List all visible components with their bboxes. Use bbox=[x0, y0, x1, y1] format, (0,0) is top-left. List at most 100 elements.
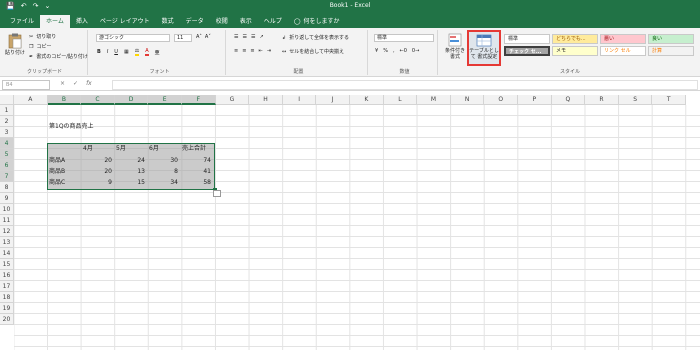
header-cell-jun[interactable]: 6月 bbox=[147, 143, 180, 154]
column-header-h[interactable]: H bbox=[249, 95, 283, 105]
wrap-text-button[interactable]: ↲ 折り返して全体を表示する bbox=[282, 34, 349, 42]
tab-formulas[interactable]: 数式 bbox=[156, 15, 180, 28]
column-header-j[interactable]: J bbox=[316, 95, 350, 105]
row-header-19[interactable]: 19 bbox=[0, 303, 14, 314]
number-format-select[interactable]: 標準 bbox=[374, 34, 434, 42]
column-header-n[interactable]: N bbox=[450, 95, 485, 105]
indent-decrease-icon[interactable]: ⇤ bbox=[259, 48, 263, 54]
format-as-table-button[interactable]: テーブルとして 書式設定 bbox=[467, 30, 501, 66]
column-header-f[interactable]: F bbox=[182, 95, 216, 105]
font-color-button[interactable]: A bbox=[145, 48, 149, 56]
row-header-18[interactable]: 18 bbox=[0, 292, 14, 303]
align-middle-icon[interactable]: ☰ bbox=[242, 34, 246, 40]
column-header-c[interactable]: C bbox=[81, 95, 115, 105]
align-right-icon[interactable]: ≡ bbox=[250, 48, 254, 54]
cell-a-apr[interactable]: 20 bbox=[81, 155, 114, 166]
column-header-r[interactable]: R bbox=[585, 95, 619, 105]
column-header-o[interactable]: O bbox=[484, 95, 518, 105]
column-header-e[interactable]: E bbox=[148, 95, 182, 105]
tab-review[interactable]: 校閲 bbox=[210, 15, 234, 28]
cell-c-apr[interactable]: 9 bbox=[81, 177, 114, 188]
phonetic-icon[interactable]: 亜 bbox=[155, 49, 160, 56]
row-label-b[interactable]: 商品B bbox=[47, 166, 67, 177]
row-header-8[interactable]: 8 bbox=[0, 182, 14, 193]
tab-help[interactable]: ヘルプ bbox=[258, 15, 288, 28]
bold-button[interactable]: B bbox=[97, 49, 101, 55]
name-box[interactable]: B4 bbox=[2, 80, 50, 90]
decrease-decimal-icon[interactable]: 0→ bbox=[412, 48, 419, 54]
align-bottom-icon[interactable]: ☰ bbox=[251, 34, 255, 40]
column-header-i[interactable]: I bbox=[282, 95, 317, 105]
column-header-b[interactable]: B bbox=[47, 95, 82, 105]
italic-button[interactable]: I bbox=[107, 49, 108, 55]
row-header-3[interactable]: 3 bbox=[0, 127, 14, 138]
cut-button[interactable]: ✂ 切り取り bbox=[29, 33, 56, 41]
cell-b-total[interactable]: 41 bbox=[180, 166, 213, 177]
style-normal[interactable]: 標準 bbox=[504, 34, 550, 44]
row-header-10[interactable]: 10 bbox=[0, 204, 14, 215]
quick-analysis-icon[interactable] bbox=[213, 190, 221, 197]
row-header-16[interactable]: 16 bbox=[0, 270, 14, 281]
row-header-13[interactable]: 13 bbox=[0, 237, 14, 248]
column-header-l[interactable]: L bbox=[383, 95, 418, 105]
insert-function-icon[interactable]: fx bbox=[86, 80, 92, 87]
column-header-d[interactable]: D bbox=[114, 95, 149, 105]
cell-c-jun[interactable]: 34 bbox=[147, 177, 180, 188]
grow-font-button[interactable]: A˄ bbox=[196, 34, 202, 40]
copy-button[interactable]: ❐ コピー bbox=[29, 43, 52, 51]
column-header-s[interactable]: S bbox=[618, 95, 653, 105]
tell-me-box[interactable]: ◯ 何をしますか bbox=[288, 15, 346, 28]
cell-c-total[interactable]: 58 bbox=[180, 177, 213, 188]
tab-insert[interactable]: 挿入 bbox=[70, 15, 94, 28]
tab-file[interactable]: ファイル bbox=[4, 15, 40, 28]
header-cell-total[interactable]: 売上合計 bbox=[180, 143, 215, 154]
orientation-icon[interactable]: ↗ bbox=[259, 34, 263, 40]
row-header-5[interactable]: 5 bbox=[0, 149, 14, 160]
cell-b-apr[interactable]: 20 bbox=[81, 166, 114, 177]
style-calculation[interactable]: 計算 bbox=[648, 46, 694, 56]
row-header-15[interactable]: 15 bbox=[0, 259, 14, 270]
style-note[interactable]: メモ bbox=[552, 46, 598, 56]
column-header-m[interactable]: M bbox=[417, 95, 451, 105]
cell-c-may[interactable]: 15 bbox=[114, 177, 147, 188]
row-header-11[interactable]: 11 bbox=[0, 215, 14, 226]
underline-button[interactable]: U bbox=[114, 49, 118, 55]
title-cell[interactable]: 第1Qの商品売上 bbox=[47, 121, 96, 132]
percent-button[interactable]: % bbox=[383, 48, 388, 54]
style-neutral[interactable]: どちらでも... bbox=[552, 34, 598, 44]
increase-decimal-icon[interactable]: ←0 bbox=[400, 48, 407, 54]
merge-center-button[interactable]: ↔ セルを結合して中央揃え bbox=[282, 48, 344, 56]
column-header-t[interactable]: T bbox=[652, 95, 686, 105]
borders-icon[interactable]: ▦ bbox=[124, 49, 129, 55]
row-label-c[interactable]: 商品C bbox=[47, 177, 67, 188]
formula-input[interactable] bbox=[112, 80, 698, 90]
tab-data[interactable]: データ bbox=[180, 15, 210, 28]
shrink-font-button[interactable]: A˅ bbox=[205, 34, 211, 40]
row-header-4[interactable]: 4 bbox=[0, 138, 14, 149]
cell-a-jun[interactable]: 30 bbox=[147, 155, 180, 166]
enter-icon[interactable]: ✓ bbox=[73, 80, 78, 87]
style-linked-cell[interactable]: リンク セル bbox=[600, 46, 646, 56]
row-header-14[interactable]: 14 bbox=[0, 248, 14, 259]
row-header-9[interactable]: 9 bbox=[0, 193, 14, 204]
cell-b-may[interactable]: 13 bbox=[114, 166, 147, 177]
column-header-q[interactable]: Q bbox=[551, 95, 586, 105]
currency-icon[interactable]: ¥ bbox=[375, 48, 378, 54]
cell-a-total[interactable]: 74 bbox=[180, 155, 213, 166]
tab-view[interactable]: 表示 bbox=[234, 15, 258, 28]
row-header-2[interactable]: 2 bbox=[0, 116, 14, 127]
row-header-20[interactable]: 20 bbox=[0, 314, 14, 325]
conditional-formatting-button[interactable]: 条件付き 書式 bbox=[444, 33, 466, 60]
cell-a-may[interactable]: 24 bbox=[114, 155, 147, 166]
style-check-cell[interactable]: チェック セ... bbox=[504, 46, 550, 56]
header-cell-apr[interactable]: 4月 bbox=[81, 143, 114, 154]
cancel-icon[interactable]: × bbox=[60, 80, 65, 87]
row-label-a[interactable]: 商品A bbox=[47, 155, 67, 166]
row-header-7[interactable]: 7 bbox=[0, 171, 14, 182]
tab-home[interactable]: ホーム bbox=[40, 15, 70, 28]
row-header-17[interactable]: 17 bbox=[0, 281, 14, 292]
style-bad[interactable]: 悪い bbox=[600, 34, 646, 44]
indent-increase-icon[interactable]: ⇥ bbox=[267, 48, 271, 54]
tab-page-layout[interactable]: ページ レイアウト bbox=[94, 15, 156, 28]
row-header-12[interactable]: 12 bbox=[0, 226, 14, 237]
